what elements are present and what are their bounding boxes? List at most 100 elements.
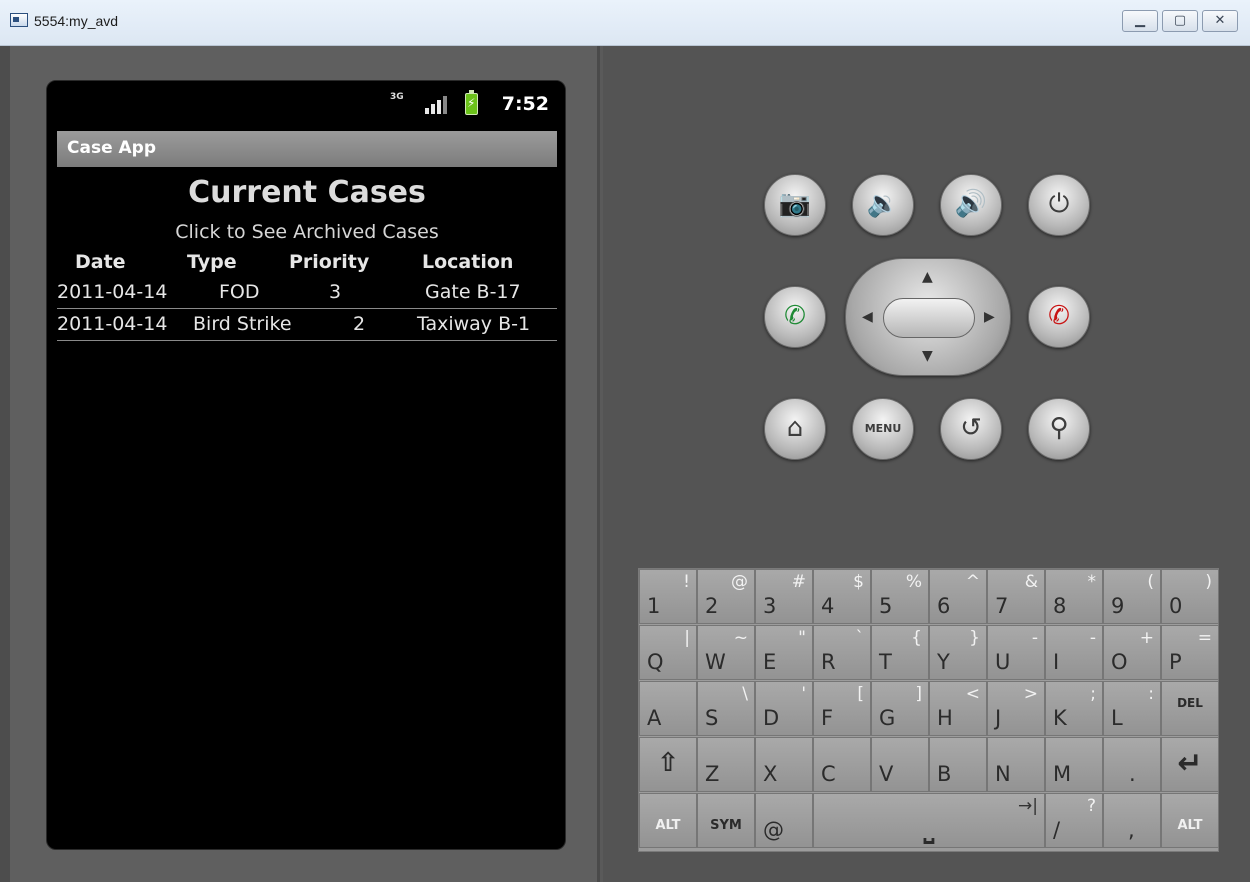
sym-key[interactable]: SYM: [697, 793, 755, 848]
emulator-frame-edge: [0, 46, 10, 882]
at-key[interactable]: @: [755, 793, 813, 848]
key-0[interactable]: 0): [1161, 569, 1219, 624]
key-o[interactable]: O +: [1103, 625, 1161, 680]
alt-key-right[interactable]: ALT: [1161, 793, 1219, 848]
key-h[interactable]: H <: [929, 681, 987, 736]
camera-icon: 📷: [778, 189, 812, 219]
search-button[interactable]: ⚲: [1028, 398, 1090, 460]
key-v[interactable]: V: [871, 737, 929, 792]
call-button[interactable]: ✆: [764, 286, 826, 348]
slash-key[interactable]: /?: [1045, 793, 1103, 848]
end-call-button[interactable]: ✆: [1028, 286, 1090, 348]
close-icon: ✕: [1214, 13, 1226, 28]
cell-type: Bird Strike: [193, 313, 292, 335]
key-g[interactable]: G]: [871, 681, 929, 736]
key-b[interactable]: B: [929, 737, 987, 792]
key-a[interactable]: A: [639, 681, 697, 736]
app-title-bar: Case App: [57, 131, 557, 167]
maximize-icon: ▢: [1173, 13, 1187, 28]
key-s[interactable]: S \: [697, 681, 755, 736]
key-period[interactable]: .: [1103, 737, 1161, 792]
key-5[interactable]: 5%: [871, 569, 929, 624]
key-f[interactable]: F[: [813, 681, 871, 736]
key-z[interactable]: Z: [697, 737, 755, 792]
tab-icon: →|: [1018, 796, 1038, 816]
comma-key[interactable]: ,: [1103, 793, 1161, 848]
key-1[interactable]: 1!: [639, 569, 697, 624]
archived-cases-link[interactable]: Click to See Archived Cases: [47, 221, 565, 243]
key-4[interactable]: 4 $: [813, 569, 871, 624]
app-title: Case App: [67, 138, 157, 158]
key-x[interactable]: X: [755, 737, 813, 792]
app-window-icon: [10, 13, 28, 27]
window-controls: ▁ ▢ ✕: [1122, 10, 1238, 32]
key-i[interactable]: I-: [1045, 625, 1103, 680]
volume-down-button[interactable]: 🔉: [852, 174, 914, 236]
close-button[interactable]: ✕: [1202, 10, 1238, 32]
enter-icon: ↵: [1177, 746, 1203, 781]
cell-date: 2011-04-14: [57, 281, 168, 303]
menu-button[interactable]: MENU: [852, 398, 914, 460]
key-l[interactable]: L:: [1103, 681, 1161, 736]
key-j[interactable]: J >: [987, 681, 1045, 736]
cell-priority: 3: [329, 281, 342, 303]
device-screen[interactable]: 3G ⚡ 7:52 Case App Current Cases Click t…: [46, 80, 566, 850]
shift-icon: ⇧: [657, 748, 679, 778]
key-m[interactable]: M: [1045, 737, 1103, 792]
column-header-type: Type: [187, 251, 237, 273]
dpad-down-icon[interactable]: ▼: [922, 348, 933, 364]
space-key[interactable]: ⎵ →|: [813, 793, 1045, 848]
maximize-button[interactable]: ▢: [1162, 10, 1198, 32]
key-8[interactable]: 8 *: [1045, 569, 1103, 624]
delete-icon: DEL: [1177, 696, 1203, 710]
enter-key[interactable]: ↵: [1161, 737, 1219, 792]
cell-date: 2011-04-14: [57, 313, 168, 335]
key-p[interactable]: P =: [1161, 625, 1219, 680]
key-7[interactable]: 7 &: [987, 569, 1045, 624]
network-type-icon: 3G: [390, 92, 404, 102]
key-3[interactable]: 3 #: [755, 569, 813, 624]
key-y[interactable]: Y}: [929, 625, 987, 680]
alt-key-left[interactable]: ALT: [639, 793, 697, 848]
key-r[interactable]: R `: [813, 625, 871, 680]
key-e[interactable]: E ": [755, 625, 813, 680]
charging-bolt-icon: ⚡: [467, 96, 476, 110]
minimize-button[interactable]: ▁: [1122, 10, 1158, 32]
key-2[interactable]: 2 @: [697, 569, 755, 624]
power-button[interactable]: ⏻: [1028, 174, 1090, 236]
home-icon: ⌂: [786, 413, 804, 443]
key-6[interactable]: 6 ^: [929, 569, 987, 624]
dpad-center-button[interactable]: [883, 298, 975, 338]
cell-type: FOD: [219, 281, 260, 303]
dpad-right-icon[interactable]: ▶: [984, 309, 995, 325]
cell-location: Taxiway B-1: [417, 313, 531, 335]
key-u[interactable]: U-: [987, 625, 1045, 680]
key-t[interactable]: T{: [871, 625, 929, 680]
key-n[interactable]: N: [987, 737, 1045, 792]
key-9[interactable]: 9(: [1103, 569, 1161, 624]
column-header-date: Date: [75, 251, 126, 273]
dpad-up-icon[interactable]: ▲: [922, 269, 933, 285]
key-k[interactable]: K;: [1045, 681, 1103, 736]
cell-priority: 2: [353, 313, 366, 335]
home-button[interactable]: ⌂: [764, 398, 826, 460]
key-c[interactable]: C: [813, 737, 871, 792]
page-heading: Current Cases: [188, 175, 426, 210]
back-button[interactable]: ↺: [940, 398, 1002, 460]
shift-key[interactable]: ⇧: [639, 737, 697, 792]
minimize-icon: ▁: [1135, 13, 1145, 28]
power-icon: ⏻: [1048, 189, 1070, 219]
key-w[interactable]: W ~: [697, 625, 755, 680]
volume-up-button[interactable]: 🔊: [940, 174, 1002, 236]
delete-key[interactable]: DEL: [1161, 681, 1219, 736]
volume-up-icon: 🔊: [954, 189, 988, 219]
camera-button[interactable]: 📷: [764, 174, 826, 236]
dpad-left-icon[interactable]: ◀: [862, 309, 873, 325]
dpad[interactable]: ▲ ▼ ◀ ▶: [845, 258, 1011, 376]
window-titlebar: 5554:my_avd ▁ ▢ ✕: [0, 0, 1250, 46]
key-d[interactable]: D ': [755, 681, 813, 736]
table-row[interactable]: 2011-04-14 FOD 3 Gate B-17: [57, 277, 557, 309]
table-row[interactable]: 2011-04-14 Bird Strike 2 Taxiway B-1: [57, 309, 557, 341]
key-q[interactable]: Q |: [639, 625, 697, 680]
search-icon: ⚲: [1049, 413, 1069, 443]
